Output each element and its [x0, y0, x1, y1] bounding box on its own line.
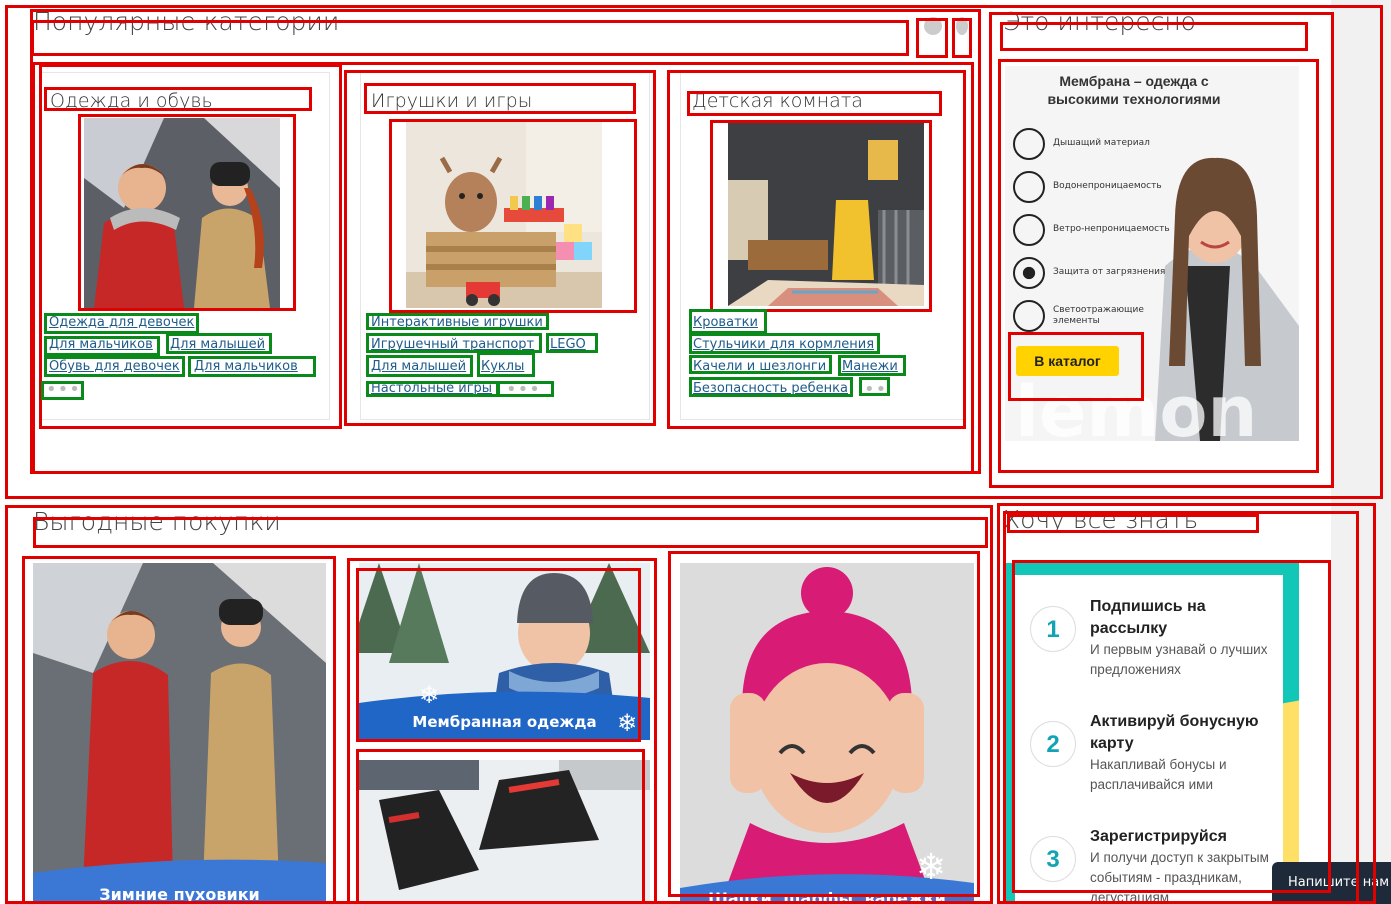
annotation-box — [22, 556, 336, 904]
annotation-box-link — [689, 333, 880, 354]
annotation-box — [687, 91, 942, 116]
annotation-box — [364, 83, 636, 114]
annotation-box-link — [689, 355, 832, 374]
annotation-box — [78, 114, 296, 311]
annotation-box — [1012, 560, 1331, 893]
annotation-box — [1007, 514, 1259, 533]
annotation-box-link — [188, 356, 316, 377]
annotation-box-link — [497, 381, 554, 397]
annotation-box — [356, 749, 645, 904]
annotation-box — [1008, 332, 1144, 401]
annotation-box-link — [41, 381, 84, 400]
annotation-box-link — [477, 352, 535, 377]
annotation-box — [916, 18, 948, 58]
annotation-box — [668, 551, 980, 897]
annotation-box — [44, 87, 312, 111]
annotation-box — [952, 18, 972, 58]
annotation-box-link — [44, 356, 185, 377]
annotation-box-link — [366, 381, 499, 397]
annotation-box-link — [859, 377, 890, 396]
annotation-box — [33, 517, 988, 548]
annotation-box — [1000, 22, 1308, 51]
annotation-box-link — [546, 333, 598, 353]
annotation-box-link — [44, 336, 160, 356]
annotation-box — [998, 59, 1319, 473]
annotation-box-link — [366, 313, 549, 330]
annotation-box-link — [366, 355, 473, 377]
annotation-box — [710, 120, 932, 312]
annotation-box-link — [366, 333, 542, 353]
annotation-box — [389, 119, 637, 313]
annotation-box-link — [689, 309, 767, 334]
annotation-box-link — [166, 333, 272, 354]
annotation-box — [356, 568, 641, 742]
annotation-box-link — [838, 355, 906, 376]
annotation-box-link — [44, 313, 199, 334]
annotation-box-link — [689, 377, 853, 397]
annotation-box — [31, 20, 909, 56]
